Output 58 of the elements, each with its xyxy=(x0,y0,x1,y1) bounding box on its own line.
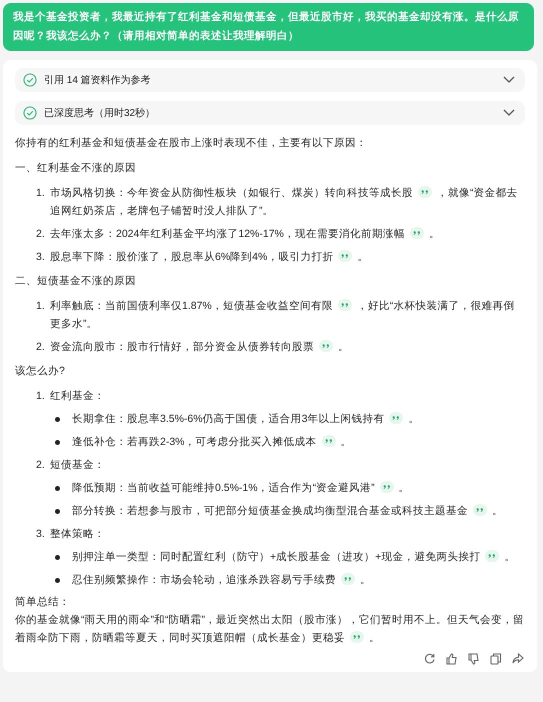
collapsible-panel[interactable]: 引用 14 篇资料作为参考 xyxy=(15,68,525,92)
citation-icon[interactable] xyxy=(338,250,352,262)
group-title: 红利基金： xyxy=(50,389,105,404)
citation-icon[interactable] xyxy=(389,412,404,424)
group-title: 整体策略： xyxy=(50,527,105,542)
section-heading: 简单总结： xyxy=(15,595,71,610)
citation-icon[interactable] xyxy=(319,340,333,352)
citation-icon[interactable] xyxy=(410,227,424,239)
answer-text: 部分转换：若想参与股市，可把部分短债基金换成均衡型混合基金或科技主题基金 。 xyxy=(72,503,504,519)
bullet-icon xyxy=(55,440,60,445)
answer-text: 你的基金就像“雨天用的雨伞”和“防晒霜”，最近突然出太阳（股市涨），它们暂时用不上。但天气会变，留着雨伞防下雨，防晒霜等夏天，同时买顶遮阳帽（成长基金）更稳妥 。 xyxy=(15,613,525,646)
list-number: 3. xyxy=(36,527,46,542)
answer-text: 长期拿住：股息率3.5%-6%仍高于国债，适合用3年以上闲钱持有 。 xyxy=(72,411,420,427)
chevron-down-icon[interactable] xyxy=(503,109,515,117)
list-number: 1. xyxy=(36,389,46,404)
panel-label: 已深度思考（用时32秒） xyxy=(44,106,156,120)
bullet-icon xyxy=(55,417,60,422)
citation-icon[interactable] xyxy=(341,573,355,585)
answer-text: 市场风格切换：今年资金从防御性板块（如银行、煤炭）转向科技等成长股 ，就像“资金都去追网红奶茶店，老牌包子铺暂时没人排队了”。 xyxy=(50,185,518,219)
copy-icon[interactable] xyxy=(489,652,503,666)
answer-text: 股息率下降：股价涨了，股息率从6%降到4%，吸引力打折 。 xyxy=(50,249,370,265)
chevron-down-icon[interactable] xyxy=(503,76,515,84)
answer-text: 去年涨太多：2024年红利基金平均涨了12%-17%，现在需要消化前期涨幅 。 xyxy=(50,226,441,242)
answer-text: 别押注单一类型：同时配置红利（防守）+成长股基金（进攻）+现金，避免两头挨打 。 xyxy=(72,549,516,565)
answer-text: 你持有的红利基金和短债基金在股市上涨时表现不佳，主要有以下原因： xyxy=(15,136,368,151)
answer-text: 资金流向股市：股市行情好，部分资金从债券转向股票 。 xyxy=(50,339,350,355)
panel-label: 引用 14 篇资料作为参考 xyxy=(44,74,152,87)
citation-icon[interactable] xyxy=(350,631,364,643)
answer-text: 忍住别频繁操作：市场会轮动，追涨杀跌容易亏手续费 。 xyxy=(72,572,372,588)
user-message: 我是个基金投资者，我最近持有了红利基金和短债基金，但最近股市好，我买的基金却没有涨。是什么原因呢？我该怎么办？（请用相对简单的表述让我理解明白） xyxy=(3,3,534,51)
section-heading: 该怎么办? xyxy=(15,364,66,379)
list-number: 3. xyxy=(36,250,46,265)
group-title: 短债基金： xyxy=(50,458,105,473)
citation-icon[interactable] xyxy=(322,435,336,447)
list-number: 2. xyxy=(36,340,46,355)
list-number: 1. xyxy=(36,299,46,314)
share-icon[interactable] xyxy=(511,652,525,666)
list-number: 1. xyxy=(36,186,46,201)
bullet-icon xyxy=(55,578,60,583)
bullet-icon xyxy=(55,486,60,491)
citation-icon[interactable] xyxy=(418,186,432,198)
citation-icon[interactable] xyxy=(485,550,500,562)
citation-icon[interactable] xyxy=(380,481,394,493)
bullet-icon xyxy=(55,509,60,514)
citation-icon[interactable] xyxy=(473,504,487,516)
regenerate-icon[interactable] xyxy=(423,652,437,666)
citation-icon[interactable] xyxy=(338,299,352,311)
list-number: 2. xyxy=(36,458,46,473)
answer-text: 降低预期：当前收益可能维持0.5%-1%，适合作为“资金避风港” 。 xyxy=(72,480,411,496)
section-heading: 一、红利基金不涨的原因 xyxy=(15,161,137,176)
answer-text: 利率触底：当前国债利率仅1.87%，短债基金收益空间有限 ，好比“水杯快装满了，很难再倒更多水”。 xyxy=(50,298,516,332)
collapsible-panel[interactable]: 已深度思考（用时32秒） xyxy=(15,101,525,125)
list-number: 2. xyxy=(36,227,46,242)
section-heading: 二、短债基金不涨的原因 xyxy=(15,274,137,289)
thumbs-down-icon[interactable] xyxy=(467,652,481,666)
thumbs-up-icon[interactable] xyxy=(445,652,459,666)
bullet-icon xyxy=(55,555,60,560)
answer-text: 逢低补仓：若再跌2-3%，可考虑分批买入摊低成本 。 xyxy=(72,434,353,450)
